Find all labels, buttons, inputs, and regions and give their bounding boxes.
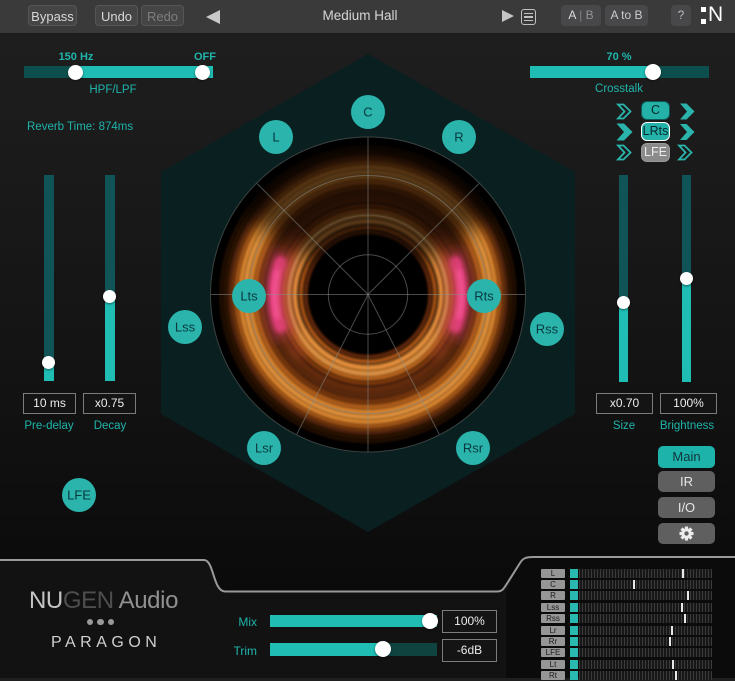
svg-text:Rss: Rss <box>536 322 559 337</box>
svg-text:Lss: Lss <box>175 320 196 335</box>
svg-text:LFE: LFE <box>67 488 91 503</box>
svg-text:Lsr: Lsr <box>255 441 274 456</box>
svg-text:L: L <box>272 130 279 145</box>
svg-text:C: C <box>363 105 372 120</box>
svg-text:Rsr: Rsr <box>463 441 484 456</box>
svg-text:Lts: Lts <box>240 289 258 304</box>
svg-text:Rts: Rts <box>474 289 494 304</box>
svg-text:R: R <box>454 130 463 145</box>
